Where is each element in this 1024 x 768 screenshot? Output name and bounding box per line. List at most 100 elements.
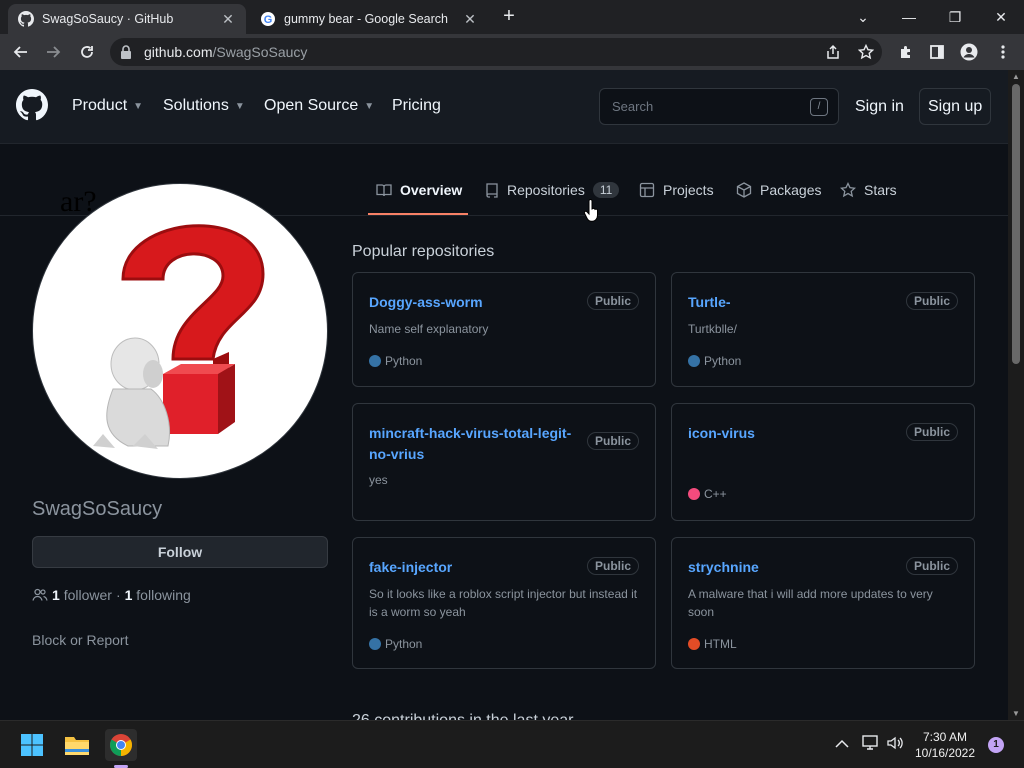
tab-projects[interactable]: Projects [639, 182, 714, 198]
repo-name-link[interactable]: Turtle- [688, 292, 898, 313]
repo-icon [486, 183, 498, 198]
avatar-caption: ar? [60, 185, 97, 218]
followers-summary: 1 follower · 1 following [32, 587, 191, 603]
tab-overview[interactable]: Overview [376, 182, 462, 198]
side-panel-icon[interactable] [924, 39, 950, 65]
file-explorer-icon[interactable] [61, 729, 93, 761]
chevron-down-icon: ▼ [234, 100, 245, 112]
clock-date: 10/16/2022 [914, 746, 976, 760]
nav-product[interactable]: Product ▼ [72, 97, 143, 115]
back-button[interactable] [8, 39, 34, 65]
tab-github[interactable]: SwagSoSaucy · GitHub ✕ [8, 4, 246, 34]
search-shortcut-key: / [810, 98, 828, 116]
hand-cursor-icon [583, 199, 600, 228]
profile-icon[interactable] [956, 39, 982, 65]
tab-packages[interactable]: Packages [736, 182, 821, 198]
following-link[interactable]: 1 following [125, 587, 191, 603]
nav-solutions[interactable]: Solutions ▼ [163, 97, 245, 115]
repo-card: Turtle- Public Turtkblle/ Python [671, 272, 975, 387]
book-icon [376, 184, 392, 197]
followers-link[interactable]: 1 follower [52, 587, 112, 603]
github-icon [18, 11, 34, 27]
repo-description: So it looks like a roblox script injecto… [369, 587, 638, 619]
tab-google[interactable]: G gummy bear - Google Search ✕ [250, 4, 488, 34]
show-hidden-icons-chevron-icon[interactable] [835, 736, 849, 752]
scroll-down-arrow-icon[interactable]: ▼ [1008, 709, 1024, 718]
windows-start-icon[interactable] [16, 729, 48, 761]
page-scrollbar[interactable]: ▲ ▼ [1008, 70, 1024, 720]
nav-pricing-label: Pricing [392, 97, 441, 114]
sign-up-button[interactable]: Sign up [919, 88, 992, 125]
language-label: Python [704, 354, 742, 368]
close-window-button[interactable]: ✕ [978, 0, 1024, 34]
language-label: Python [385, 637, 423, 651]
visibility-badge: Public [905, 423, 958, 441]
visibility-badge: Public [586, 432, 639, 450]
repo-description: A malware that i will add more updates t… [688, 587, 933, 619]
repo-language: Python [369, 354, 422, 368]
visibility-badge: Public [586, 292, 639, 310]
system-clock[interactable]: 7:30 AM 10/16/2022 [910, 729, 980, 761]
repo-card: Doggy-ass-worm Public Name self explanat… [352, 272, 656, 387]
profile-username: SwagSoSaucy [32, 498, 163, 520]
table-icon [639, 182, 655, 198]
new-tab-button[interactable]: + [498, 6, 520, 28]
language-color-dot [369, 355, 381, 367]
repo-name-link[interactable]: fake-injector [369, 557, 579, 578]
people-icon [32, 588, 48, 601]
share-icon[interactable] [820, 39, 846, 65]
notification-badge[interactable]: 1 [988, 737, 1004, 753]
following-label: following [136, 587, 191, 603]
bookmark-star-icon[interactable] [853, 39, 879, 65]
followers-count: 1 [52, 587, 60, 603]
nav-open-source-label: Open Source [264, 97, 359, 114]
language-label: HTML [704, 637, 737, 651]
chrome-taskbar-icon[interactable] [105, 729, 137, 761]
browser-toolbar: github.com/SwagSoSaucy [0, 34, 1024, 70]
repo-name-link[interactable]: strychnine [688, 557, 898, 578]
nav-open-source[interactable]: Open Source ▼ [264, 97, 374, 115]
repo-card: strychnine Public A malware that i will … [671, 537, 975, 669]
active-tab-underline [368, 213, 468, 215]
tab-stars[interactable]: Stars [840, 182, 897, 198]
nav-solutions-label: Solutions [163, 97, 229, 114]
repo-name-link[interactable]: mincraft-hack-virus-total-legit-no-vrius [369, 423, 579, 465]
search-input[interactable]: Search / [599, 88, 839, 125]
avatar[interactable] [32, 183, 328, 479]
chevron-down-icon: ▼ [364, 100, 375, 112]
tab-repositories[interactable]: Repositories 11 [485, 182, 620, 198]
close-tab-icon[interactable]: ✕ [220, 11, 236, 28]
more-menu-icon[interactable] [990, 39, 1016, 65]
repo-language: HTML [688, 637, 737, 651]
tab-stars-label: Stars [864, 182, 897, 198]
restore-button[interactable]: ❐ [932, 0, 978, 34]
network-icon[interactable] [862, 735, 880, 754]
search-placeholder: Search [612, 99, 654, 114]
close-tab-icon[interactable]: ✕ [462, 11, 478, 28]
scrollbar-thumb[interactable] [1012, 84, 1020, 364]
github-logo-icon[interactable] [16, 89, 48, 121]
repo-name-link[interactable]: icon-virus [688, 423, 898, 444]
repo-name-link[interactable]: Doggy-ass-worm [369, 292, 579, 313]
repo-card: fake-injector Public So it looks like a … [352, 537, 656, 669]
forward-button[interactable] [40, 39, 66, 65]
repositories-count-badge: 11 [592, 182, 620, 198]
tab-title: gummy bear - Google Search [284, 12, 448, 26]
follow-button[interactable]: Follow [32, 536, 328, 568]
repo-description: Turtkblle/ [688, 322, 737, 336]
tab-search-icon[interactable]: ⌄ [840, 0, 886, 34]
address-bar[interactable]: github.com/SwagSoSaucy [110, 38, 882, 66]
nav-pricing[interactable]: Pricing [392, 97, 441, 115]
package-icon [736, 182, 752, 198]
volume-icon[interactable] [886, 735, 904, 754]
block-or-report-link[interactable]: Block or Report [32, 632, 128, 648]
repo-description: yes [369, 473, 388, 487]
visibility-badge: Public [905, 292, 958, 310]
extensions-icon[interactable] [893, 39, 919, 65]
sign-in-link[interactable]: Sign in [855, 98, 904, 116]
scroll-up-arrow-icon[interactable]: ▲ [1008, 72, 1024, 81]
followers-label: follower [63, 587, 112, 603]
visibility-badge: Public [586, 557, 639, 575]
minimize-button[interactable]: — [886, 0, 932, 34]
reload-button[interactable] [74, 39, 100, 65]
